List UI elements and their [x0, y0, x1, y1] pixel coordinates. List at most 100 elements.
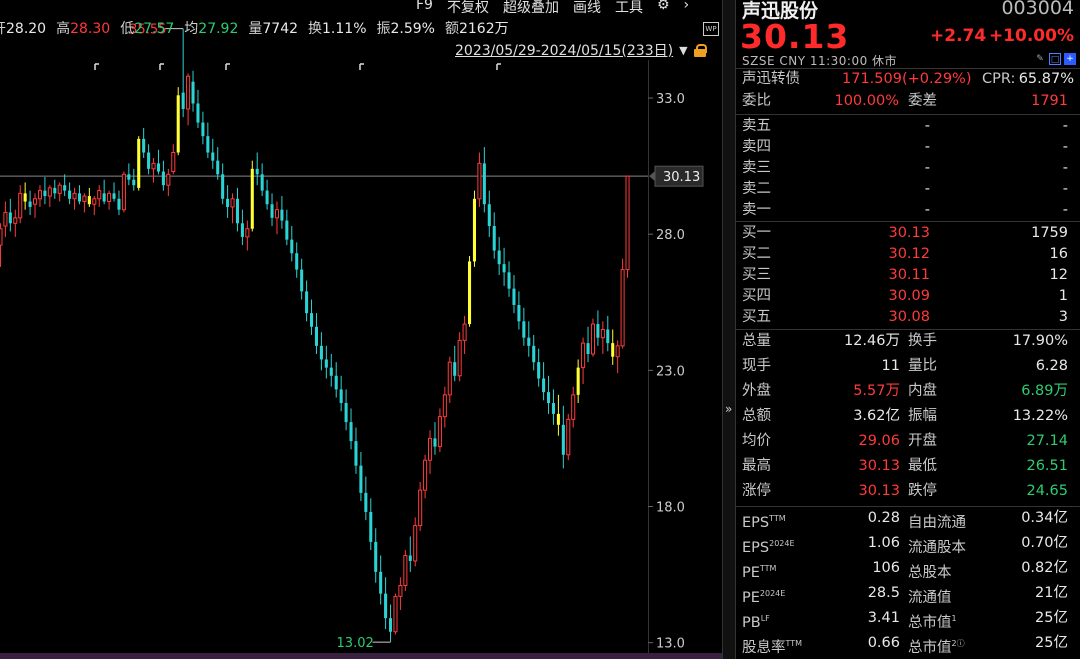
candle-body — [280, 209, 284, 221]
candle-body — [102, 193, 106, 202]
ask-volume: - — [1062, 118, 1068, 134]
candle-body — [453, 362, 457, 376]
fund-label-text: EPS — [742, 514, 770, 531]
amp-value: 2.59% — [390, 21, 435, 37]
menu-overlay[interactable]: 超级叠加 — [503, 0, 559, 17]
collapse-arrow-icon[interactable]: » — [725, 402, 732, 416]
menu-draw[interactable]: 画线 — [573, 0, 601, 17]
candle-body — [245, 228, 250, 238]
low-label: 低 — [120, 21, 135, 37]
candle-body — [547, 392, 551, 404]
dropdown-arrow-icon[interactable]: ▼ — [679, 44, 687, 57]
candle-body — [121, 173, 126, 211]
candle-body — [517, 304, 521, 322]
candle-body — [551, 403, 555, 414]
stat-row: 均价 29.06 开盘 27.14 — [736, 431, 1080, 452]
stat-label: 均价 — [742, 433, 771, 449]
stat-label: 涨停 — [742, 483, 771, 499]
candle-body — [87, 196, 91, 205]
fund-label: 自由流通 — [908, 508, 966, 534]
candle-body — [403, 555, 408, 586]
chevron-right-icon[interactable]: › — [684, 0, 690, 17]
candle-body — [127, 174, 131, 180]
candle-body — [354, 441, 358, 466]
kline-chart[interactable]: 33.028.023.018.013.030.1335.5513.02 — [0, 0, 722, 659]
stat-label: 总额 — [742, 408, 771, 424]
stat-label: 换手 — [908, 333, 937, 349]
ask-label: 卖三 — [742, 160, 771, 176]
candle-body — [468, 261, 472, 325]
settings-icon[interactable]: ⚙ — [657, 0, 670, 17]
candle-body — [487, 204, 491, 227]
fund-label-text: EPS — [742, 539, 770, 556]
open-value: 28.20 — [6, 21, 47, 37]
price-change-pct: +10.00% — [988, 26, 1074, 46]
candle-body — [492, 226, 496, 251]
bid-volume: 1 — [1058, 288, 1068, 304]
wp-badge-icon[interactable]: WP — [703, 22, 719, 36]
candle-body — [393, 595, 398, 633]
fund-label-text: 股息率 — [742, 639, 786, 656]
stat-value: 11 — [881, 358, 900, 374]
time-scrollbar — [0, 653, 722, 659]
stat-label: 最高 — [742, 458, 771, 474]
fund-label-superscript: 2024E — [769, 539, 795, 548]
min-price-label: 13.02 — [337, 636, 374, 651]
window-icon[interactable]: □ — [1049, 53, 1061, 65]
stat-row: 总额 3.62亿 振幅 13.22% — [736, 406, 1080, 427]
stat-value: 30.13 — [858, 483, 900, 499]
price-change: +2.74 — [930, 26, 987, 46]
candle-body — [408, 555, 412, 561]
candle-body — [112, 193, 116, 199]
menu-tools[interactable]: 工具 — [615, 0, 643, 17]
candle-body — [600, 329, 605, 339]
candle-body — [47, 187, 52, 197]
ask-label: 卖二 — [742, 181, 771, 197]
cpr-label: CPR: — [982, 71, 1016, 87]
ask-label: 卖一 — [742, 202, 771, 218]
candle-body — [221, 174, 225, 199]
candle-body — [270, 204, 274, 218]
kline-chart-pane[interactable]: 33.028.023.018.013.030.1335.5513.02 开28.… — [0, 0, 722, 659]
fund-label: 总市值1 — [908, 608, 957, 634]
stat-label: 跌停 — [908, 483, 937, 499]
fund-label-superscript: TTM — [759, 564, 777, 573]
bid-row: 买五 30.08 3 — [736, 307, 1080, 328]
bid-row: 买四 30.09 1 — [736, 286, 1080, 307]
candle-body — [28, 201, 32, 207]
current-price-label: 30.13 — [663, 170, 700, 185]
candle-body — [196, 103, 200, 123]
candle-body — [472, 198, 476, 262]
add-watchlist-icon[interactable]: + — [1064, 53, 1076, 65]
date-range-selector[interactable]: 2023/05/29-2024/05/15(233日) ▼ — [455, 40, 707, 60]
panel-divider[interactable]: » — [722, 0, 736, 659]
y-tick-label: 33.0 — [656, 92, 685, 107]
candle-body — [561, 424, 565, 455]
candle-body — [359, 465, 363, 493]
date-range-text[interactable]: 2023/05/29-2024/05/15(233日) — [455, 40, 673, 60]
event-flag-icon — [359, 63, 364, 70]
candle-body — [462, 323, 467, 341]
fund-label: EPS2024E — [742, 533, 795, 559]
fund-value: 0.82亿 — [1021, 560, 1068, 576]
candle-body — [314, 326, 318, 346]
stat-value: 6.28 — [1035, 358, 1068, 374]
candle-body — [181, 92, 185, 109]
convertible-bond-row[interactable]: 声迅转债 171.509(+0.29%) CPR: 65.87% — [736, 69, 1080, 90]
lock-icon[interactable] — [693, 44, 707, 57]
candle-body — [137, 138, 141, 188]
candle-body — [566, 418, 571, 456]
menu-f9[interactable]: F9 — [416, 0, 433, 17]
y-tick-label: 28.0 — [656, 228, 685, 243]
y-tick-label: 18.0 — [656, 501, 685, 516]
candle-body — [428, 437, 433, 461]
ask-price: - — [924, 160, 930, 176]
candle-body — [206, 136, 210, 153]
menu-no-adjust[interactable]: 不复权 — [447, 0, 489, 17]
edit-icon[interactable]: ✎ — [1034, 53, 1046, 65]
bid-price: 30.12 — [888, 246, 930, 262]
candle-body — [250, 168, 254, 229]
bid-price: 30.09 — [888, 288, 930, 304]
ask-row: 卖五 - - — [736, 116, 1080, 137]
stat-value: 26.51 — [1026, 458, 1068, 474]
